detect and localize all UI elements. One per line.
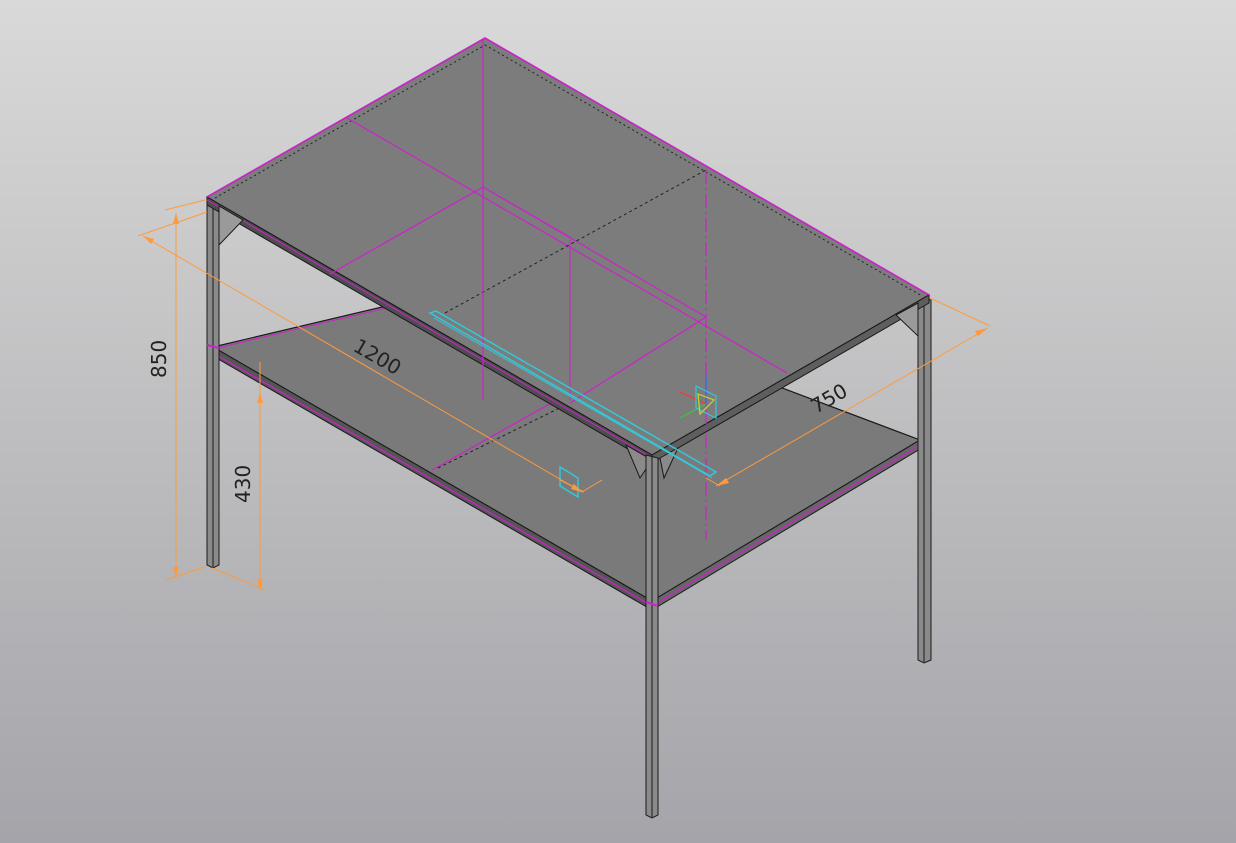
table-model-drawing[interactable]: 850 430 1200 750 [0, 0, 1236, 843]
dimension-430-label: 430 [231, 465, 255, 503]
dimension-height-total[interactable] [164, 199, 206, 581]
dimension-850-label: 850 [147, 340, 171, 378]
cad-3d-viewport[interactable]: 850 430 1200 750 [0, 0, 1236, 843]
